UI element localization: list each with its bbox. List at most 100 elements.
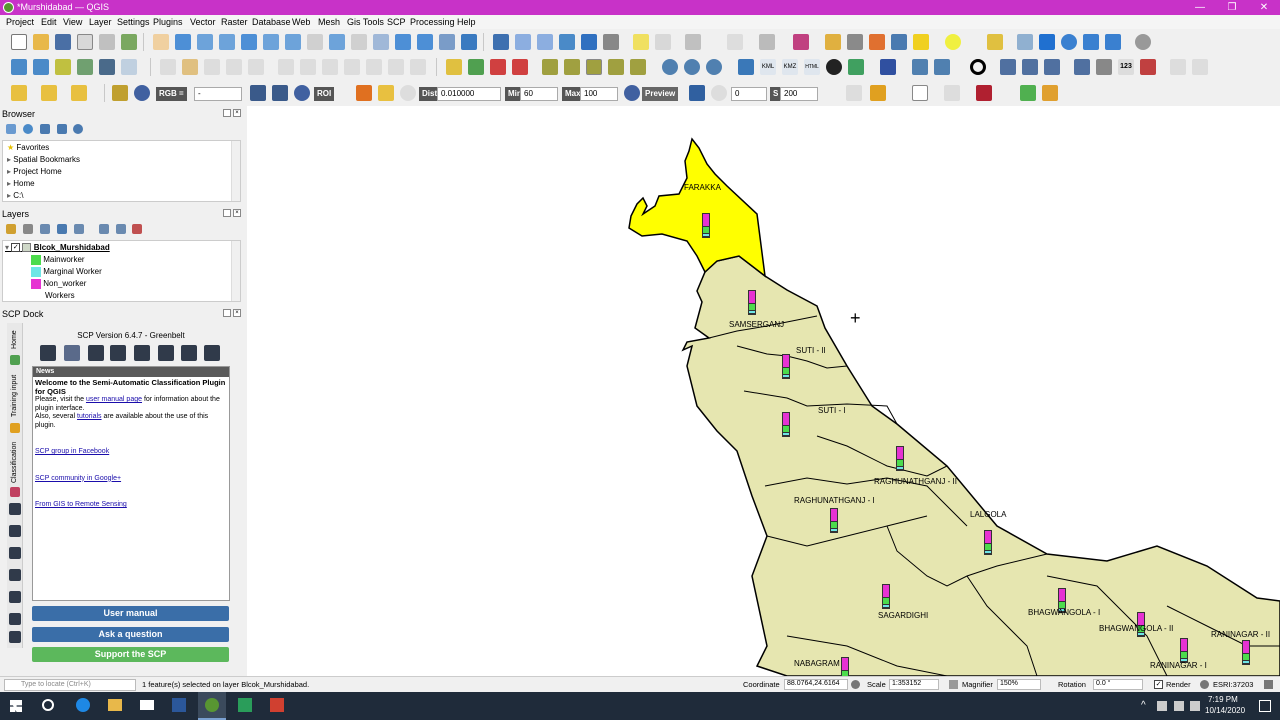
filter-browser-icon[interactable] xyxy=(40,124,50,134)
refresh-icon[interactable] xyxy=(461,34,477,50)
zoom-selection-icon[interactable] xyxy=(263,34,279,50)
layer-visibility-checkbox[interactable]: ✓ xyxy=(11,243,21,253)
menu-help[interactable]: Help xyxy=(457,17,476,27)
media-player-icon[interactable] xyxy=(238,698,252,712)
classification-tab-icon[interactable] xyxy=(10,487,20,497)
float-icon[interactable] xyxy=(223,109,231,117)
select-features-icon[interactable] xyxy=(987,34,1003,50)
cut-features-icon[interactable] xyxy=(322,59,338,75)
menu-web[interactable]: Web xyxy=(292,17,310,27)
messages-icon[interactable] xyxy=(1264,680,1273,689)
settings-gear-icon[interactable] xyxy=(1135,34,1151,50)
scp-settings-icon[interactable] xyxy=(204,345,220,361)
home-tab-icon[interactable] xyxy=(10,355,20,365)
band-processing-icon[interactable] xyxy=(134,345,150,361)
float-icon[interactable] xyxy=(223,309,231,317)
preview-redo-icon[interactable] xyxy=(711,85,727,101)
measure-line-icon[interactable] xyxy=(1017,34,1033,50)
numbering-icon[interactable]: 123 xyxy=(1118,59,1134,75)
menu-gis-tools[interactable]: Gis Tools xyxy=(347,17,384,27)
tool-batch-icon[interactable] xyxy=(9,613,21,625)
vertex-tool-icon[interactable] xyxy=(248,59,264,75)
local-stretch-icon[interactable] xyxy=(272,85,288,101)
zoom-temp-roi-icon[interactable] xyxy=(294,85,310,101)
tool-postprocess-icon[interactable] xyxy=(9,569,21,581)
copy-features-icon[interactable] xyxy=(344,59,360,75)
new-print-layout-icon[interactable] xyxy=(77,34,93,50)
toggle-editing-icon[interactable] xyxy=(182,59,198,75)
scp-clip-icon[interactable] xyxy=(944,85,960,101)
grid-tool-icon[interactable] xyxy=(1192,59,1208,75)
menu-project[interactable]: Project xyxy=(6,17,34,27)
plugin-vector-icon[interactable] xyxy=(847,34,863,50)
recorder-icon[interactable] xyxy=(270,698,284,712)
menu-plugins[interactable]: Plugins xyxy=(153,17,183,27)
t-field[interactable]: 0 xyxy=(731,87,767,101)
new-virtual-layer-icon[interactable] xyxy=(121,59,137,75)
expand-all-icon[interactable] xyxy=(99,224,109,234)
diagram-toggle-icon[interactable] xyxy=(630,59,646,75)
edge-browser-icon[interactable] xyxy=(76,698,90,712)
zoom-preview-icon[interactable] xyxy=(624,85,640,101)
diagram-move-icon[interactable] xyxy=(608,59,624,75)
min-field[interactable]: 60 xyxy=(520,87,558,101)
user-manual-link[interactable]: user manual page xyxy=(86,396,142,403)
data-source-manager-icon[interactable] xyxy=(11,59,27,75)
statistics-sum-icon[interactable] xyxy=(581,34,597,50)
new-geopackage-icon[interactable] xyxy=(33,59,49,75)
menu-mesh[interactable]: Mesh xyxy=(318,17,340,27)
tab-home[interactable]: Home xyxy=(11,330,18,349)
zoom-out-icon[interactable] xyxy=(219,34,235,50)
plugin-globe-icon[interactable] xyxy=(1039,34,1055,50)
layout-manager-icon[interactable] xyxy=(99,34,115,50)
tab-classification[interactable]: Classification xyxy=(11,442,18,483)
image-icon[interactable] xyxy=(64,345,80,361)
attribute-table-icon[interactable] xyxy=(515,34,531,50)
notification-icon[interactable] xyxy=(1259,700,1271,712)
word-icon[interactable] xyxy=(172,698,186,712)
properties-info-icon[interactable] xyxy=(73,124,83,134)
max-field[interactable]: 100 xyxy=(580,87,618,101)
batch-icon[interactable] xyxy=(181,345,197,361)
band-set-icon[interactable] xyxy=(40,345,56,361)
select-rect-icon[interactable] xyxy=(11,85,27,101)
search-icon[interactable] xyxy=(42,699,54,711)
modify-attributes-icon[interactable] xyxy=(278,59,294,75)
plugin-earth-icon[interactable] xyxy=(1061,34,1077,50)
new-shapefile-icon[interactable] xyxy=(55,59,71,75)
render-checkbox[interactable]: ✓ xyxy=(1154,680,1163,689)
undo-history-icon[interactable] xyxy=(869,34,885,50)
field-calculator-icon[interactable] xyxy=(537,34,553,50)
menu-settings[interactable]: Settings xyxy=(117,17,150,27)
distance-tool-icon[interactable] xyxy=(1074,59,1090,75)
new-project-icon[interactable] xyxy=(11,34,27,50)
new-bookmark-icon[interactable] xyxy=(395,34,411,50)
layer-row[interactable]: ▾ ✓ Blcok_Murshidabad xyxy=(5,242,242,254)
xy-tool-icon[interactable] xyxy=(1000,59,1016,75)
zoom-last-icon[interactable] xyxy=(329,34,345,50)
refresh-browser-icon[interactable] xyxy=(23,124,33,134)
current-edits-icon[interactable] xyxy=(160,59,176,75)
expand-icon[interactable] xyxy=(846,85,862,101)
open-project-icon[interactable] xyxy=(33,34,49,50)
menu-edit[interactable]: Edit xyxy=(41,17,57,27)
digitize-icon[interactable] xyxy=(727,34,743,50)
scale-combo[interactable]: 1:353152 xyxy=(889,679,939,690)
globe-wcs-icon[interactable] xyxy=(706,59,722,75)
minimize-button[interactable]: — xyxy=(1185,1,1215,14)
facebook-link[interactable]: SCP group in Facebook xyxy=(35,448,109,455)
new-spatialite-icon[interactable] xyxy=(77,59,93,75)
measure-angle-icon[interactable] xyxy=(912,59,928,75)
close-panel-icon[interactable]: × xyxy=(233,209,241,217)
collapse-all-icon[interactable] xyxy=(57,124,67,134)
circle-tool-icon[interactable] xyxy=(970,59,986,75)
browser-item-favorites[interactable]: ★ Favorites xyxy=(7,142,244,154)
scp-wand-icon[interactable] xyxy=(1042,85,1058,101)
redo-preview-icon[interactable] xyxy=(689,85,705,101)
github-icon[interactable] xyxy=(826,59,842,75)
close-panel-icon[interactable]: × xyxy=(233,309,241,317)
label-toolbar-icon[interactable] xyxy=(446,59,462,75)
label-rotate-icon[interactable] xyxy=(564,59,580,75)
clock-time[interactable]: 7:19 PM xyxy=(1208,695,1238,704)
menu-processing[interactable]: Processing xyxy=(410,17,455,27)
